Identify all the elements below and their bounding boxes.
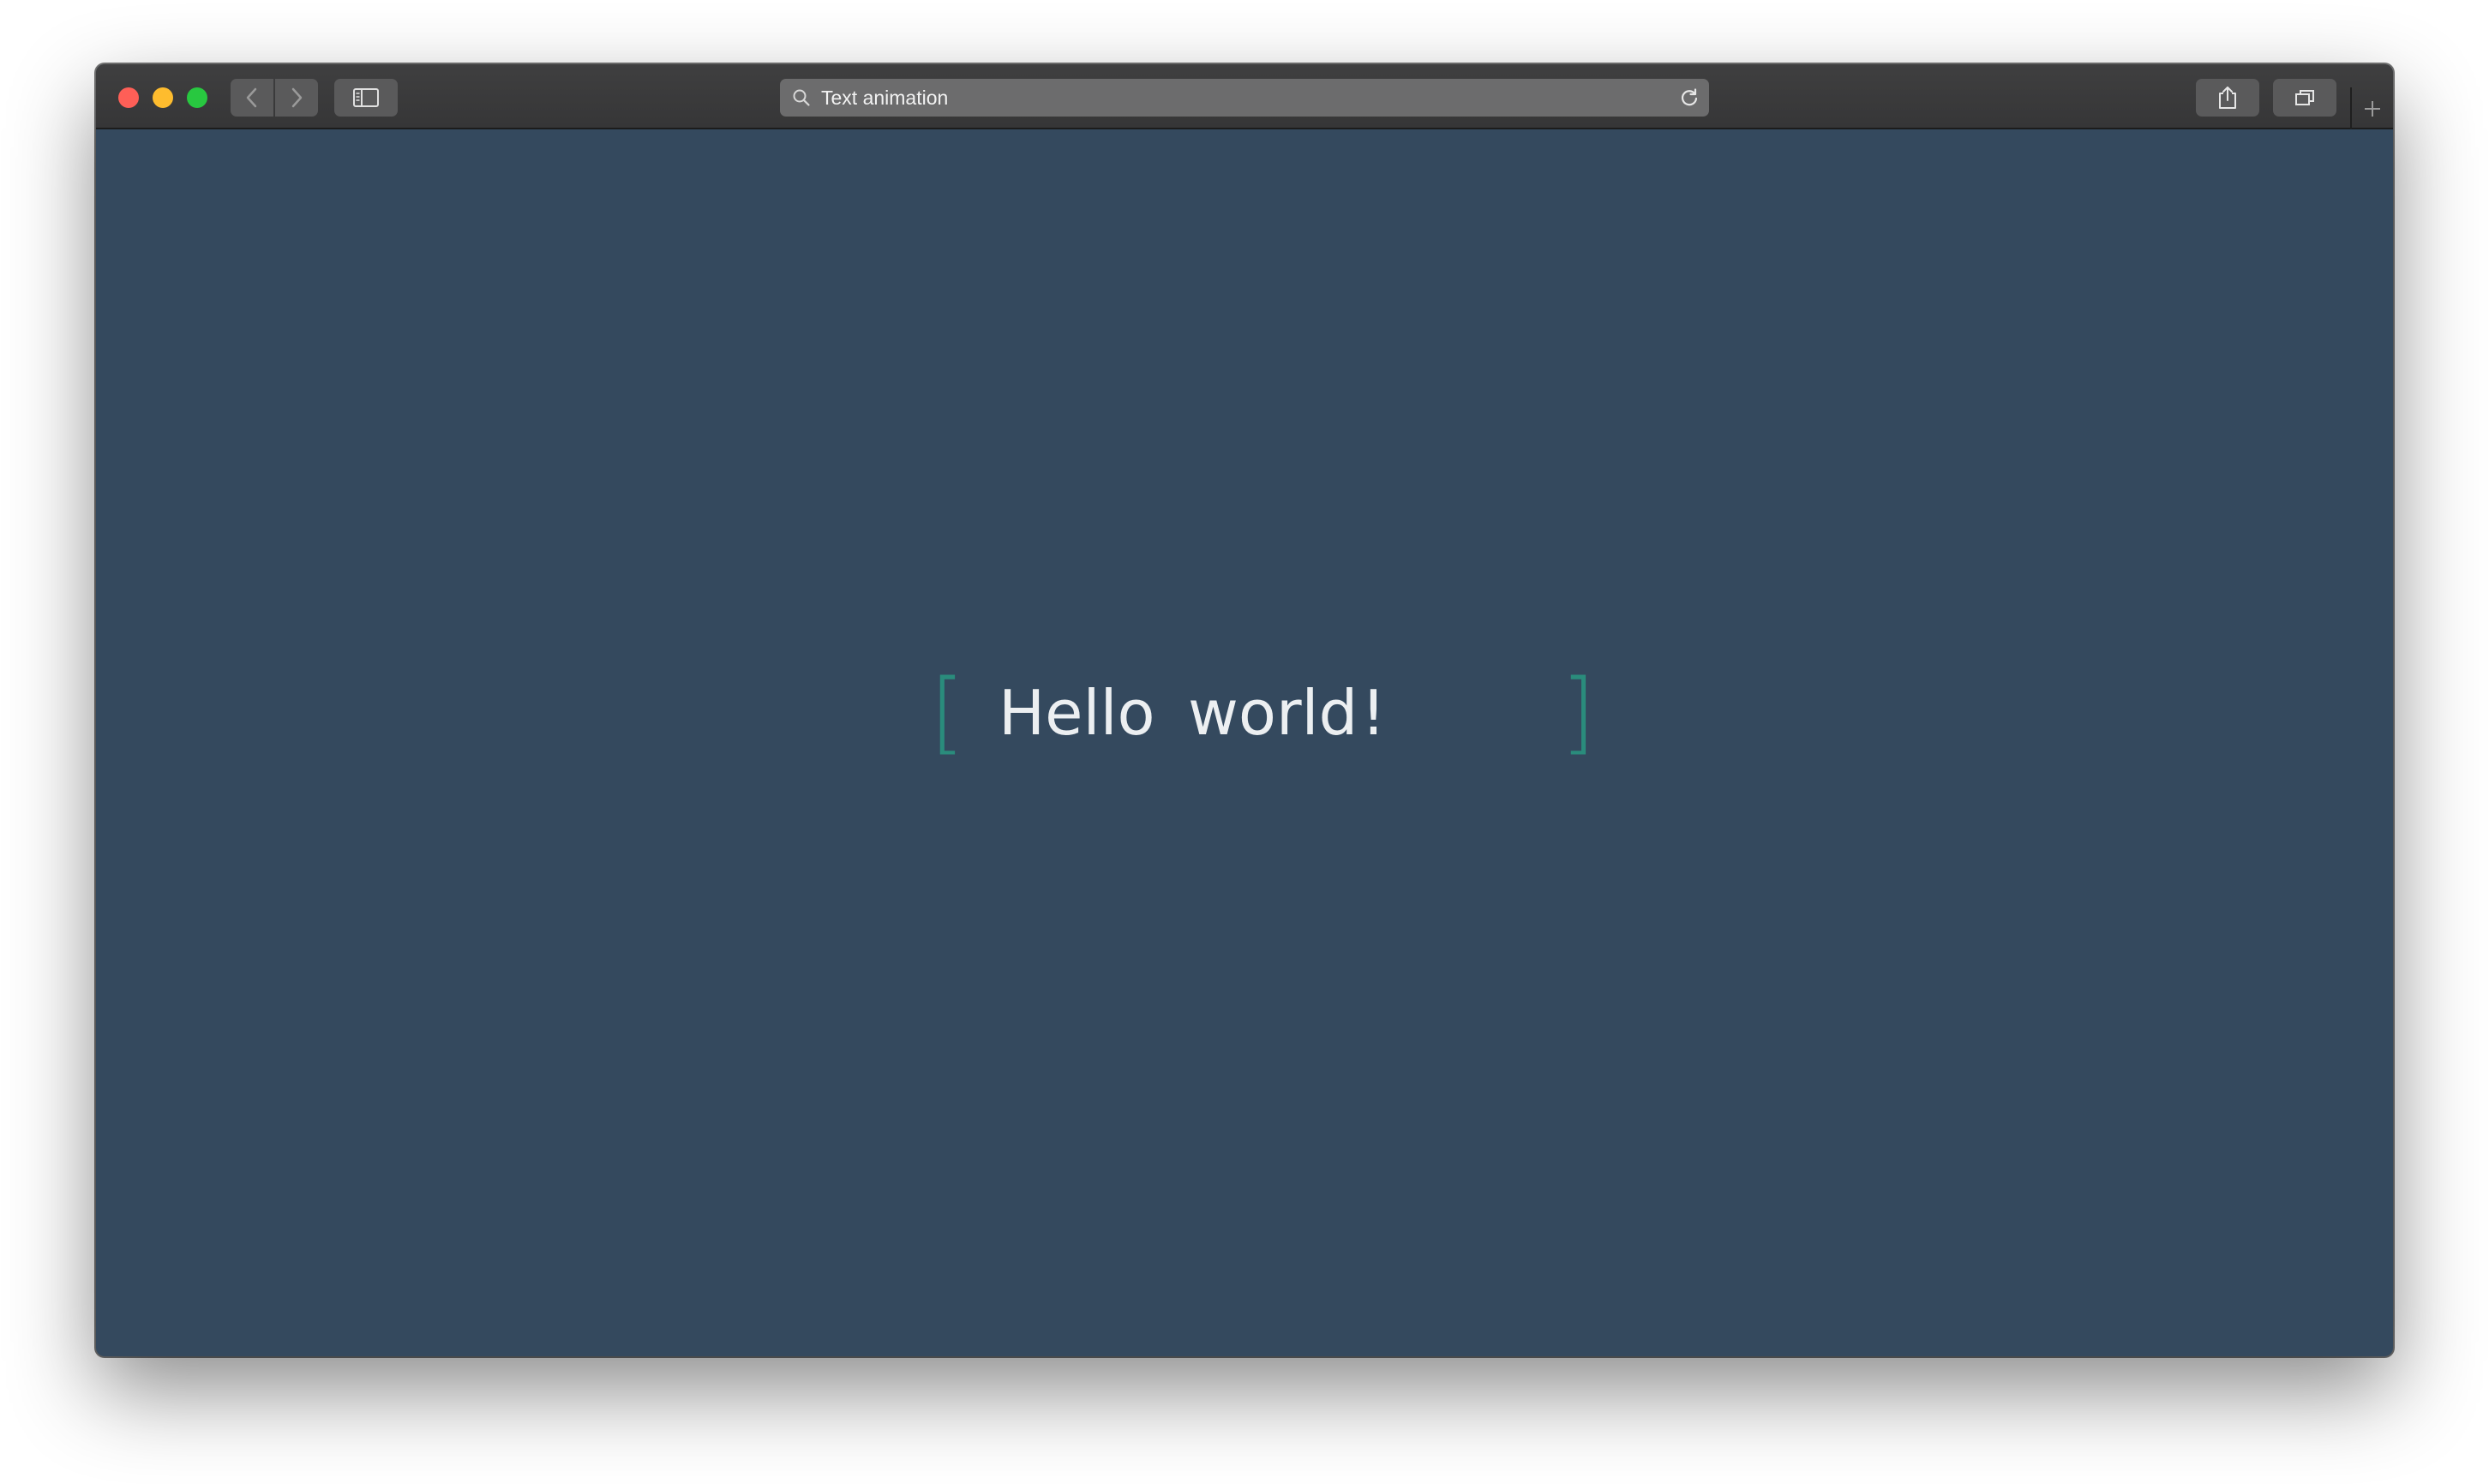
chevron-right-icon bbox=[291, 87, 303, 108]
text-animation: [ Hello world ! ] bbox=[96, 129, 2393, 1356]
address-bar-text: Text animation bbox=[821, 87, 949, 109]
sidebar-toggle-button[interactable] bbox=[334, 79, 398, 117]
forward-button[interactable] bbox=[275, 79, 318, 117]
sidebar-icon bbox=[353, 88, 379, 107]
address-bar[interactable]: Text animation bbox=[780, 79, 1709, 117]
plus-icon bbox=[2365, 100, 2380, 117]
browser-toolbar: Text animation bbox=[96, 64, 2393, 129]
search-icon bbox=[793, 89, 810, 106]
browser-window: Text animation [Hello world !] bbox=[96, 64, 2393, 1356]
close-window-button[interactable] bbox=[118, 87, 139, 108]
minimize-window-button[interactable] bbox=[153, 87, 173, 108]
new-tab-button[interactable] bbox=[2350, 87, 2393, 129]
animated-word-exclamation: ! bbox=[1361, 677, 1386, 749]
tabs-overview-icon bbox=[2295, 90, 2314, 105]
back-button[interactable] bbox=[231, 79, 273, 117]
animated-word-world: world bbox=[1188, 677, 1358, 749]
chevron-left-icon bbox=[246, 87, 257, 108]
page-content: [ Hello world ! ] bbox=[96, 129, 2393, 1356]
left-bracket: [ bbox=[930, 660, 965, 764]
right-bracket: ] bbox=[1561, 660, 1596, 764]
animated-word-hello: Hello bbox=[999, 677, 1155, 749]
share-button[interactable] bbox=[2196, 79, 2259, 117]
show-tabs-button[interactable] bbox=[2273, 79, 2336, 117]
share-icon bbox=[2219, 87, 2236, 109]
zoom-window-button[interactable] bbox=[187, 87, 207, 108]
reload-icon[interactable] bbox=[1678, 87, 1700, 109]
